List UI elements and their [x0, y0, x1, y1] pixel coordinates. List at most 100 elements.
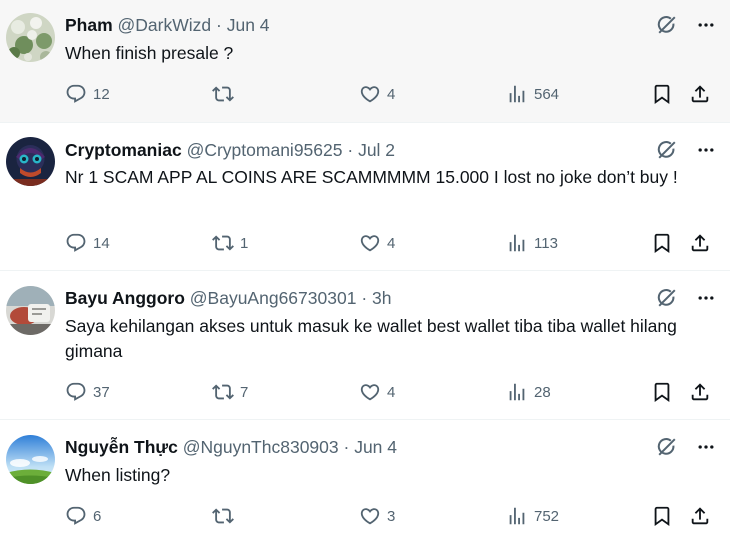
grok-icon[interactable] [656, 139, 678, 161]
views-count: 564 [534, 85, 560, 103]
like-count: 4 [387, 85, 396, 103]
views-button[interactable]: 28 [506, 380, 551, 404]
heart-icon [359, 83, 381, 105]
more-icon[interactable] [696, 15, 716, 35]
retweet-button[interactable]: 7 [212, 380, 248, 404]
handle[interactable]: @NguynThc830903 [183, 437, 339, 457]
share-icon [689, 232, 711, 254]
display-name[interactable]: Bayu Anggoro [65, 288, 185, 308]
tweet[interactable]: Bayu Anggoro @BayuAng66730301 · 3h Saya … [0, 271, 730, 419]
tweet-header: Pham @DarkWizd · Jun 4 [65, 13, 270, 37]
action-bar: 37 7 4 28 [0, 380, 730, 404]
reply-count: 37 [93, 383, 110, 401]
retweet-count: 1 [240, 234, 249, 252]
bookmark-button[interactable] [651, 380, 673, 404]
grok-icon[interactable] [656, 287, 678, 309]
reply-icon [65, 83, 87, 105]
separator-dot: · [361, 288, 368, 308]
tweet-top-icons [656, 138, 716, 162]
bookmark-icon [651, 381, 673, 403]
views-button[interactable]: 113 [506, 231, 558, 255]
views-count: 752 [534, 507, 560, 525]
reply-button[interactable]: 12 [65, 82, 110, 106]
tweet[interactable]: Cryptomaniac @Cryptomani95625 · Jul 2 Nr… [0, 123, 730, 270]
separator-dot: · [347, 140, 354, 160]
tweet-header: Bayu Anggoro @BayuAng66730301 · 3h [65, 286, 391, 310]
more-icon[interactable] [696, 437, 716, 457]
like-count: 4 [387, 383, 396, 401]
avatar[interactable] [6, 435, 55, 484]
tweet-text: When listing? [65, 465, 171, 485]
share-button[interactable] [689, 231, 711, 255]
views-icon [506, 381, 528, 403]
reply-count: 12 [93, 85, 110, 103]
like-button[interactable]: 4 [359, 82, 395, 106]
tweet-text: When finish presale ? [65, 43, 234, 63]
display-name[interactable]: Pham [65, 15, 113, 35]
views-button[interactable]: 564 [506, 82, 559, 106]
reply-icon [65, 232, 87, 254]
share-button[interactable] [689, 380, 711, 404]
like-count: 3 [387, 507, 396, 525]
share-icon [689, 381, 711, 403]
tweet[interactable]: Nguyễn Thực @NguynThc830903 · Jun 4 When… [0, 420, 730, 542]
separator-dot: · [216, 15, 222, 35]
more-icon[interactable] [696, 288, 716, 308]
action-bar: 6 3 752 [0, 504, 730, 528]
reply-button[interactable]: 37 [65, 380, 110, 404]
display-name[interactable]: Nguyễn Thực [65, 437, 178, 457]
reply-count: 6 [93, 507, 102, 525]
like-button[interactable]: 4 [359, 231, 395, 255]
handle[interactable]: @Cryptomani95625 [187, 140, 343, 160]
retweet-icon [212, 83, 234, 105]
tweet-text: Saya kehilangan akses untuk masuk ke wal… [65, 316, 677, 361]
tweet[interactable]: Pham @DarkWizd · Jun 4 When finish presa… [0, 0, 730, 122]
heart-icon [359, 232, 381, 254]
share-icon [689, 505, 711, 527]
views-icon [506, 83, 528, 105]
views-icon [506, 505, 528, 527]
grok-icon[interactable] [656, 436, 678, 458]
handle[interactable]: @BayuAng66730301 [190, 288, 357, 308]
like-button[interactable]: 3 [359, 504, 395, 528]
views-button[interactable]: 752 [506, 504, 559, 528]
share-button[interactable] [689, 82, 711, 106]
timestamp[interactable]: Jul 2 [358, 140, 395, 160]
display-name[interactable]: Cryptomaniac [65, 140, 182, 160]
separator-dot: · [343, 437, 350, 457]
timestamp[interactable]: Jun 4 [227, 15, 270, 35]
share-button[interactable] [689, 504, 711, 528]
heart-icon [359, 381, 381, 403]
retweet-button[interactable] [212, 82, 240, 106]
bookmark-button[interactable] [651, 82, 673, 106]
views-icon [506, 232, 528, 254]
reply-button[interactable]: 6 [65, 504, 101, 528]
tweet-top-icons [656, 13, 716, 37]
avatar[interactable] [6, 137, 55, 186]
handle[interactable]: @DarkWizd [118, 15, 212, 35]
more-icon[interactable] [696, 140, 716, 160]
bookmark-button[interactable] [651, 504, 673, 528]
bookmark-button[interactable] [651, 231, 673, 255]
retweet-button[interactable] [212, 504, 240, 528]
views-count: 113 [534, 234, 558, 252]
avatar[interactable] [6, 13, 55, 62]
retweet-count: 7 [240, 383, 249, 401]
like-button[interactable]: 4 [359, 380, 395, 404]
share-icon [689, 83, 711, 105]
retweet-button[interactable]: 1 [212, 231, 248, 255]
retweet-icon [212, 381, 234, 403]
tweet-top-icons [656, 286, 716, 310]
like-count: 4 [387, 234, 396, 252]
views-count: 28 [534, 383, 551, 401]
avatar[interactable] [6, 286, 55, 335]
reply-icon [65, 505, 87, 527]
timestamp[interactable]: Jun 4 [354, 437, 397, 457]
bookmark-icon [651, 505, 673, 527]
reply-count: 14 [93, 234, 110, 252]
tweet-header: Nguyễn Thực @NguynThc830903 · Jun 4 [65, 435, 397, 459]
reply-button[interactable]: 14 [65, 231, 110, 255]
grok-icon[interactable] [656, 14, 678, 36]
tweet-text: Nr 1 SCAM APP AL COINS ARE SCAMMMMM 15.0… [65, 167, 678, 187]
timestamp[interactable]: 3h [372, 288, 391, 308]
